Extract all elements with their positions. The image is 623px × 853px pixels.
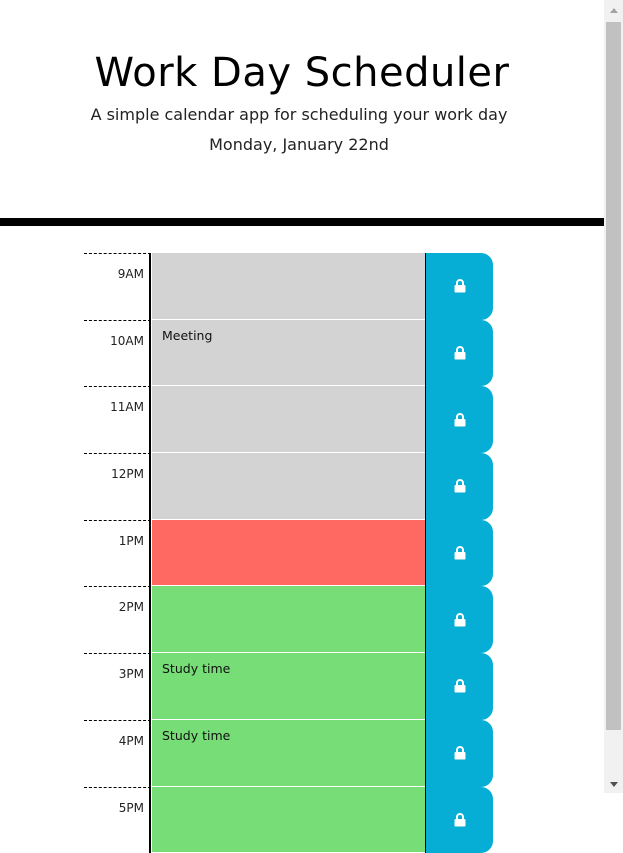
time-block-row: 12PM — [84, 453, 494, 520]
time-block-row: 1PM — [84, 520, 494, 587]
lock-icon — [454, 479, 466, 493]
save-button[interactable] — [425, 586, 493, 653]
lock-icon — [454, 813, 466, 827]
event-description[interactable] — [152, 586, 425, 653]
event-description[interactable] — [152, 453, 425, 520]
scrollbar-thumb[interactable] — [606, 22, 621, 730]
hour-label: 4PM — [84, 720, 151, 787]
save-button[interactable] — [425, 386, 493, 453]
hour-label: 2PM — [84, 586, 151, 653]
lock-icon — [454, 546, 466, 560]
lock-icon — [454, 413, 466, 427]
time-block-row: 2PM — [84, 586, 494, 653]
event-description[interactable]: Study time — [152, 720, 425, 787]
event-description[interactable] — [152, 386, 425, 453]
hour-label: 1PM — [84, 520, 151, 587]
save-button[interactable] — [425, 787, 493, 853]
hour-label: 12PM — [84, 453, 151, 520]
header-divider — [0, 218, 604, 226]
current-date: Monday, January 22nd — [0, 135, 598, 154]
save-button[interactable] — [425, 720, 493, 787]
scroll-up-arrow[interactable] — [604, 2, 623, 19]
event-description[interactable]: Meeting — [152, 320, 425, 387]
time-block-row: 9AM — [84, 253, 494, 320]
event-description[interactable] — [152, 787, 425, 853]
time-block-row: 10AMMeeting — [84, 320, 494, 387]
save-button[interactable] — [425, 253, 493, 320]
event-description[interactable] — [152, 520, 425, 587]
save-button[interactable] — [425, 653, 493, 720]
lock-icon — [454, 679, 466, 693]
time-block-row: 5PM — [84, 787, 494, 853]
header: Work Day Scheduler A simple calendar app… — [0, 0, 604, 218]
time-block-row: 3PMStudy time — [84, 653, 494, 720]
save-button[interactable] — [425, 453, 493, 520]
page-subtitle: A simple calendar app for scheduling you… — [0, 105, 598, 124]
scroll-down-arrow[interactable] — [604, 776, 623, 793]
lock-icon — [454, 746, 466, 760]
save-button[interactable] — [425, 320, 493, 387]
lock-icon — [454, 346, 466, 360]
lock-icon — [454, 279, 466, 293]
hour-label: 9AM — [84, 253, 151, 320]
save-button[interactable] — [425, 520, 493, 587]
hour-label: 3PM — [84, 653, 151, 720]
event-description[interactable]: Study time — [152, 653, 425, 720]
time-block-list: 9AM10AMMeeting11AM12PM1PM2PM3PMStudy tim… — [84, 253, 494, 853]
hour-label: 11AM — [84, 386, 151, 453]
time-block-row: 11AM — [84, 386, 494, 453]
vertical-scrollbar[interactable] — [604, 0, 623, 793]
hour-label: 10AM — [84, 320, 151, 387]
lock-icon — [454, 613, 466, 627]
event-description[interactable] — [152, 253, 425, 320]
hour-label: 5PM — [84, 787, 151, 853]
page-title: Work Day Scheduler — [0, 50, 604, 96]
time-block-row: 4PMStudy time — [84, 720, 494, 787]
